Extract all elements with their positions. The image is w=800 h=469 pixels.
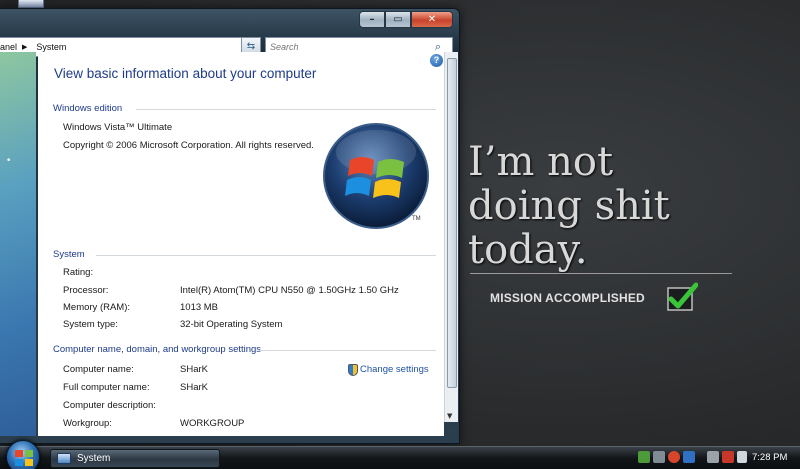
shield-icon[interactable] [348,364,358,376]
computer-name-label: Computer name: [63,364,134,375]
page-title: View basic information about your comput… [54,66,317,81]
change-settings-link[interactable]: Change settings [360,364,429,375]
section-system: System [53,249,85,260]
navigation-pane: • [0,52,36,436]
scrollbar-thumb[interactable] [447,58,457,388]
system-tray [638,451,747,463]
window-controls: – ▭ ✕ [359,11,453,28]
computer-name-value: SHarK [180,364,208,375]
full-computer-name-label: Full computer name: [63,382,150,393]
close-button[interactable]: ✕ [411,11,453,28]
help-icon[interactable]: ? [430,54,443,67]
processor-label: Processor: [63,285,109,296]
windows-flag-icon [15,450,33,466]
workgroup-label: Workgroup: [63,418,112,429]
wallpaper-quote: I’m not doing shit today. [468,139,670,273]
vertical-scrollbar[interactable]: ▼ [444,52,458,422]
full-computer-name-value: SHarK [180,382,208,393]
nav-bullet: • [6,156,12,166]
app-tray-icon[interactable] [683,451,695,463]
system-type-label: System type: [63,319,118,330]
maximize-button[interactable]: ▭ [385,11,411,28]
alert-icon[interactable] [668,451,680,463]
monitor-icon[interactable] [653,451,665,463]
checkmark-icon [667,282,698,311]
system-type-value: 32-bit Operating System [180,319,283,330]
edition-copyright: Copyright © 2006 Microsoft Corporation. … [63,140,314,151]
processor-value: Intel(R) Atom(TM) CPU N550 @ 1.50GHz 1.5… [180,285,399,296]
rating-label: Rating: [63,267,94,278]
taskbar-item-label: System [77,453,111,464]
volume-icon[interactable] [737,451,747,463]
security-icon[interactable] [722,451,734,463]
device-icon[interactable] [707,451,719,463]
wallpaper-divider [470,273,732,274]
breadcrumb-separator-icon[interactable]: ▶ [17,43,32,51]
taskbar-item-system[interactable]: System [50,449,220,468]
scroll-down-icon[interactable]: ▼ [447,412,452,420]
section-divider [136,109,436,110]
breadcrumb-system[interactable]: System [32,42,66,52]
system-window-icon [57,453,71,464]
start-button[interactable] [6,440,40,469]
memory-value: 1013 MB [180,302,219,313]
workgroup-value: WORKGROUP [180,418,245,429]
system-content: ? View basic information about your comp… [38,52,444,436]
section-computer-name: Computer name, domain, and workgroup set… [53,344,262,355]
network-icon[interactable] [638,451,650,463]
edition-name: Windows Vista™ Ultimate [63,122,173,133]
memory-label: Memory (RAM): [63,302,131,313]
section-windows-edition: Windows edition [53,103,123,114]
wallpaper-mission-text: MISSION ACCOMPLISHED [490,291,645,305]
clock[interactable]: 7:28 PM [752,452,787,463]
section-divider [96,255,436,256]
minimize-button[interactable]: – [359,11,385,28]
windows-logo [323,123,429,229]
taskbar: System 7:28 PM [0,440,800,469]
computer-description-label: Computer description: [63,400,156,411]
breadcrumb-control-panel[interactable]: anel [0,42,17,52]
desktop-icon[interactable] [18,0,44,8]
section-divider [260,350,436,351]
trademark-label: TM [412,216,421,222]
